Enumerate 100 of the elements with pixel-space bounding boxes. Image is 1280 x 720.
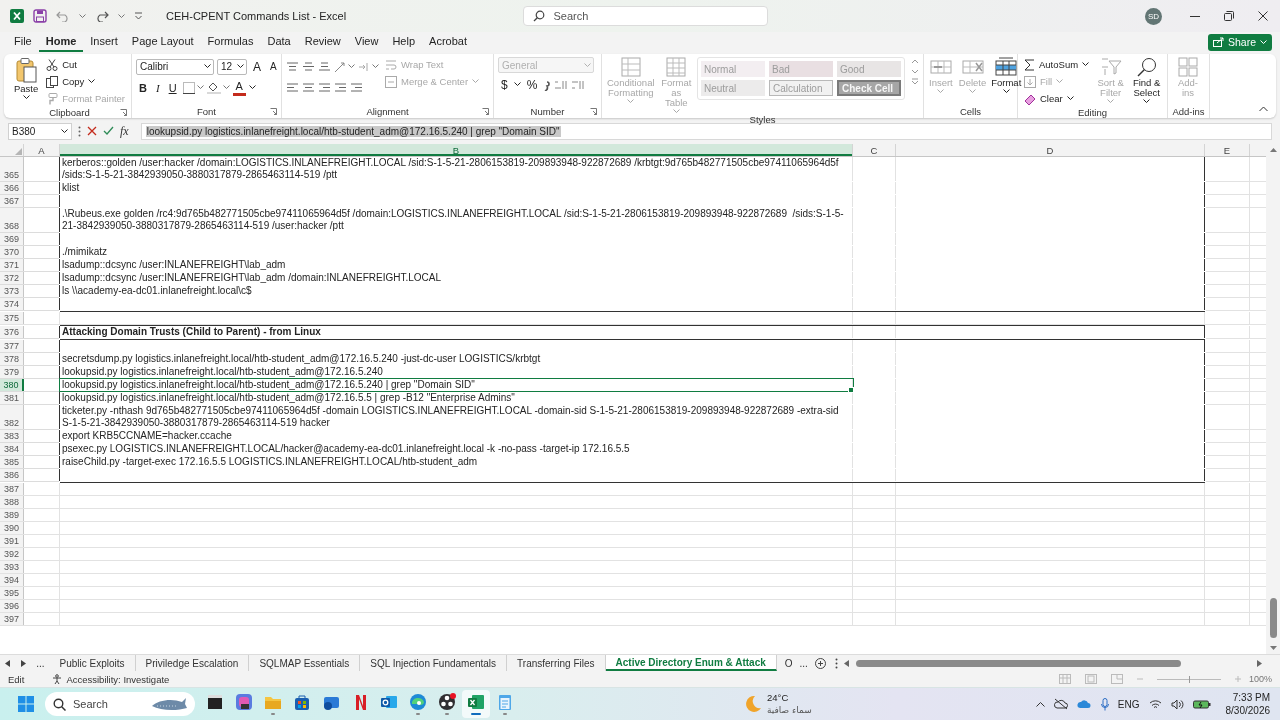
sheet-tab[interactable]: O <box>776 655 795 671</box>
row-header[interactable]: 365 <box>0 157 24 181</box>
mail-icon[interactable] <box>380 693 398 711</box>
paste-button[interactable]: Paste <box>12 57 41 100</box>
sigma-icon[interactable] <box>1024 58 1035 71</box>
middle-align-icon[interactable] <box>302 60 315 73</box>
more-sheets-button[interactable]: ... <box>794 655 813 671</box>
grow-font-button[interactable]: A <box>250 58 264 75</box>
spreadsheet-icon[interactable] <box>467 693 485 711</box>
row-header[interactable]: 397 <box>0 613 24 625</box>
zoom-level[interactable]: 100% <box>1248 674 1272 684</box>
currency-button[interactable]: $ <box>498 76 511 93</box>
redo-icon[interactable] <box>95 10 109 22</box>
font-size-field[interactable]: 12 <box>217 58 247 75</box>
underline-button[interactable]: U <box>165 79 180 96</box>
ribbon-tab[interactable]: Formulas <box>200 32 261 52</box>
bottom-align-icon[interactable] <box>318 60 331 73</box>
scroll-left-icon[interactable] <box>844 659 850 667</box>
add-sheet-icon[interactable] <box>815 657 827 669</box>
fill-handle[interactable] <box>848 387 854 393</box>
notepad-icon[interactable] <box>496 693 514 711</box>
orientation-icon[interactable] <box>334 60 346 73</box>
account-avatar[interactable]: SD <box>1145 7 1162 25</box>
column-header[interactable]: E <box>1205 144 1250 156</box>
row-header[interactable]: 374 <box>0 298 24 310</box>
row-header[interactable]: 384 <box>0 443 24 455</box>
row-header[interactable]: 383 <box>0 430 24 442</box>
increase-indent-icon[interactable] <box>350 81 363 94</box>
ribbon-tab[interactable]: Review <box>297 32 348 52</box>
shrink-font-button[interactable]: A <box>267 58 280 75</box>
customize-icon[interactable] <box>134 12 143 20</box>
next-sheet-icon[interactable] <box>20 659 26 667</box>
italic-button[interactable]: I <box>152 79 163 96</box>
cells-button[interactable]: Format <box>991 57 1022 94</box>
dialog-launcher-icon[interactable] <box>482 108 489 115</box>
microphone-icon[interactable] <box>1100 697 1109 711</box>
align-center-icon[interactable] <box>302 81 315 94</box>
clipboard-icon[interactable] <box>15 57 38 83</box>
row-header[interactable]: 387 <box>0 483 24 495</box>
insert-function-button[interactable]: fx <box>120 123 129 139</box>
app-grid-icon[interactable] <box>235 693 253 711</box>
row-header[interactable]: 377 <box>0 340 24 352</box>
copy-button[interactable]: Copy <box>44 74 127 89</box>
row-header[interactable]: 380 <box>0 379 24 391</box>
previous-sheet-icon[interactable] <box>5 659 11 667</box>
row-header[interactable]: 375 <box>0 312 24 324</box>
decrease-indent-icon[interactable] <box>334 81 347 94</box>
row-header[interactable]: 395 <box>0 587 24 599</box>
row-header[interactable]: 386 <box>0 469 24 481</box>
row-header[interactable]: 371 <box>0 259 24 271</box>
column-header[interactable]: C <box>853 144 896 156</box>
vertical-scrollbar[interactable] <box>1266 144 1280 654</box>
column-header[interactable]: B <box>60 144 853 156</box>
clock-date[interactable]: 8/30/2026 <box>1225 704 1270 717</box>
more-sheets-button[interactable]: ... <box>31 655 50 671</box>
row-header[interactable]: 393 <box>0 561 24 573</box>
bold-button[interactable]: B <box>136 79 150 96</box>
chevron-up-icon[interactable] <box>1035 701 1045 707</box>
ribbon-tab[interactable]: Home <box>38 32 84 52</box>
ribbon-tab[interactable]: File <box>7 32 39 52</box>
borders-icon[interactable] <box>182 81 195 94</box>
align-right-icon[interactable] <box>318 81 331 94</box>
store-icon[interactable] <box>293 693 311 711</box>
row-header[interactable]: 372 <box>0 272 24 284</box>
row-header[interactable]: 378 <box>0 353 24 365</box>
recorder-icon[interactable] <box>438 693 456 711</box>
row-header[interactable]: 366 <box>0 182 24 194</box>
font-name-field[interactable]: Calibri <box>136 58 214 75</box>
cut-button[interactable]: Cut <box>44 57 127 72</box>
sheet-tab[interactable]: Active Directory Enum & Attack <box>605 655 777 671</box>
close-icon[interactable] <box>1258 11 1268 21</box>
start-icon[interactable] <box>17 695 35 713</box>
more-options-icon[interactable] <box>834 657 838 669</box>
ribbon-tab[interactable]: Page Layout <box>124 32 201 52</box>
row-header[interactable]: 367 <box>0 195 24 207</box>
dialog-launcher-icon[interactable] <box>270 108 277 115</box>
gallery-down-icon[interactable] <box>911 67 919 76</box>
share-button[interactable]: Share <box>1207 33 1272 51</box>
copy-icon[interactable] <box>46 75 59 88</box>
ribbon-tab[interactable]: Insert <box>83 32 125 52</box>
row-header[interactable]: 392 <box>0 548 24 560</box>
scroll-up-icon[interactable] <box>1269 147 1277 152</box>
volume-icon[interactable] <box>1170 698 1184 710</box>
fill-color-icon[interactable] <box>206 81 221 94</box>
row-header[interactable]: 379 <box>0 366 24 378</box>
browser-icon[interactable] <box>409 693 427 711</box>
comma-style-icon[interactable] <box>543 78 552 91</box>
battery-icon[interactable] <box>1192 699 1211 709</box>
row-header[interactable]: 373 <box>0 285 24 297</box>
terminal-icon[interactable] <box>206 693 224 711</box>
row-header[interactable]: 388 <box>0 496 24 508</box>
search-icon[interactable] <box>1136 57 1157 77</box>
name-box[interactable]: B380 <box>8 122 72 140</box>
autosum-button[interactable]: AutoSum <box>1022 57 1092 72</box>
row-header[interactable]: 381 <box>0 392 24 404</box>
row-header[interactable]: 368 <box>0 208 24 232</box>
row-header[interactable]: 382 <box>0 405 24 429</box>
cancel-icon[interactable] <box>87 126 97 136</box>
row-header[interactable]: 390 <box>0 522 24 534</box>
restore-icon[interactable] <box>1224 11 1234 21</box>
